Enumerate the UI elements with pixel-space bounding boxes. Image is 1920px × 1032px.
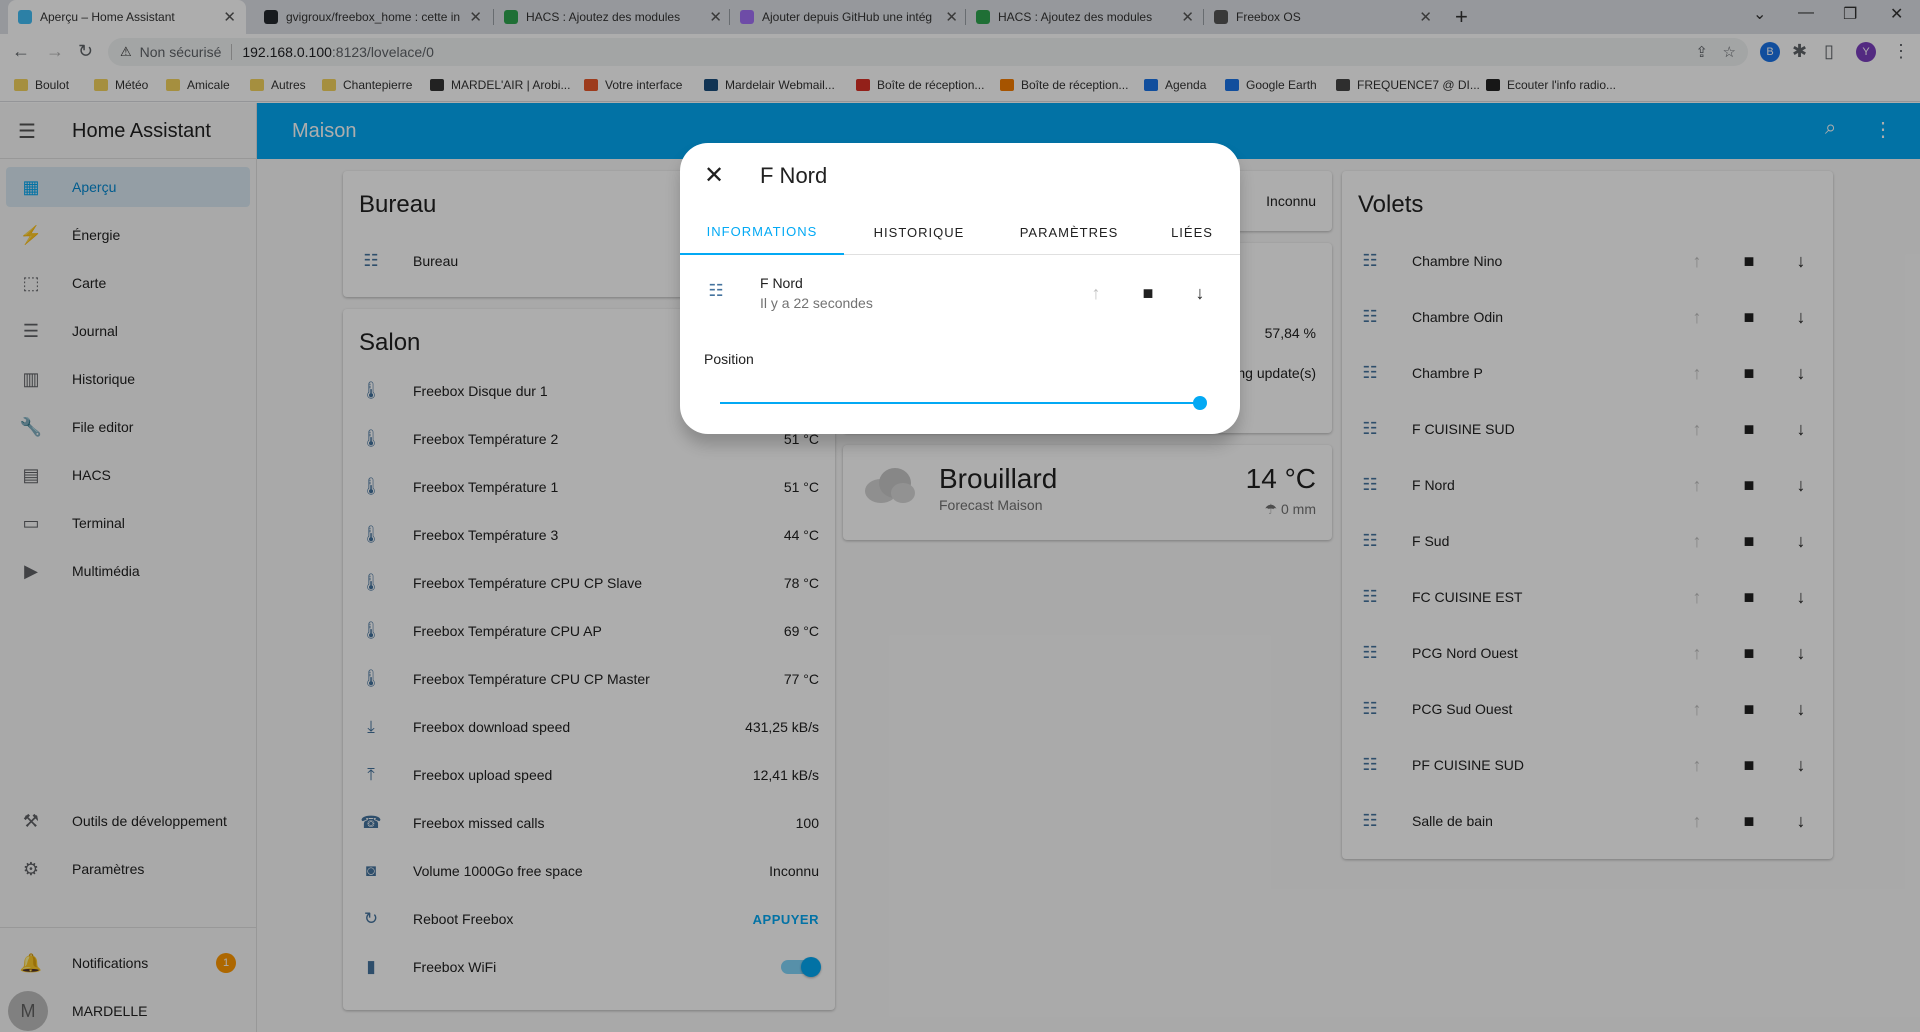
more-info-dialog: ✕ F Nord INFORMATIONS HISTORIQUE PARAMÈT… bbox=[680, 143, 1240, 434]
cover-controls: ↑ ■ ↓ bbox=[1080, 283, 1216, 304]
tab-informations[interactable]: INFORMATIONS bbox=[680, 209, 844, 255]
entity-row: ☷ F Nord Il y a 22 secondes ↑ ■ ↓ bbox=[704, 271, 1216, 319]
arrow-up-icon[interactable]: ↑ bbox=[1080, 283, 1112, 304]
entity-last-changed: Il y a 22 secondes bbox=[760, 295, 873, 311]
position-label: Position bbox=[704, 351, 754, 367]
tab-liees[interactable]: LIÉES bbox=[1144, 209, 1240, 255]
dialog-title: F Nord bbox=[760, 163, 828, 188]
tab-historique[interactable]: HISTORIQUE bbox=[844, 209, 994, 255]
window-shutter-icon: ☷ bbox=[708, 281, 724, 300]
close-icon[interactable]: ✕ bbox=[704, 161, 724, 190]
dialog-tabs: INFORMATIONS HISTORIQUE PARAMÈTRES LIÉES bbox=[680, 209, 1240, 255]
stop-icon[interactable]: ■ bbox=[1132, 283, 1164, 304]
slider-thumb[interactable] bbox=[1193, 396, 1207, 410]
tab-parametres[interactable]: PARAMÈTRES bbox=[994, 209, 1144, 255]
position-slider[interactable] bbox=[720, 393, 1207, 413]
slider-track-active bbox=[720, 402, 1200, 404]
entity-name: F Nord bbox=[760, 275, 803, 291]
arrow-down-icon[interactable]: ↓ bbox=[1184, 283, 1216, 304]
